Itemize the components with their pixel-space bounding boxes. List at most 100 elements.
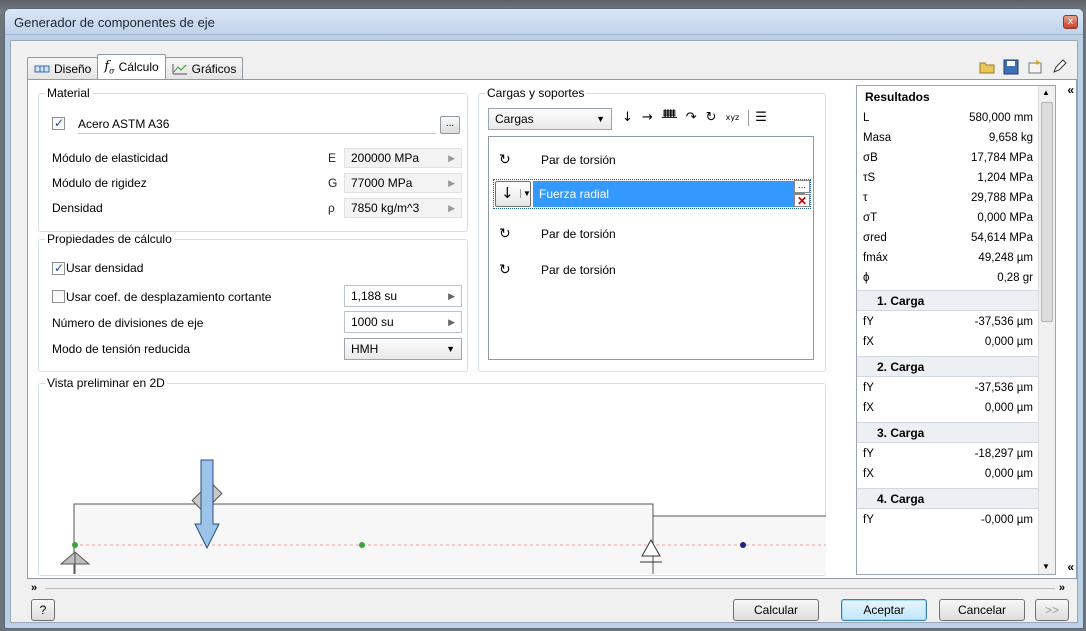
tab-diseno[interactable]: Diseño — [27, 57, 99, 79]
chevron-down-icon: ▼ — [596, 114, 605, 124]
result-group-header: 3. Carga — [857, 422, 1039, 443]
chevron-down-icon: ▼ — [520, 189, 531, 198]
result-key: fX — [863, 468, 874, 480]
result-value: 54,614 MPa — [970, 232, 1033, 244]
rigidity-symbol: G — [328, 176, 338, 190]
scroll-thumb[interactable] — [1041, 102, 1053, 322]
result-group-title: 2. Carga — [877, 360, 925, 374]
results-scrollbar[interactable]: ▲ ▼ — [1038, 86, 1055, 574]
scroll-down-icon[interactable]: ▼ — [1042, 562, 1050, 571]
result-key: Masa — [863, 132, 892, 144]
continuous-load-tool-icon[interactable]: ᚙ — [662, 110, 677, 126]
tab-label: Gráficos — [191, 61, 237, 76]
rigidity-label: Módulo de rigidez — [52, 176, 147, 190]
result-key: fY — [863, 514, 874, 526]
elasticity-label: Módulo de elasticidad — [52, 151, 169, 165]
tab-graficos[interactable]: Gráficos — [164, 57, 244, 79]
collapse-results-icon[interactable]: « — [1067, 83, 1074, 97]
result-group-header: 1. Carga — [857, 290, 1039, 311]
divisions-label: Número de divisiones de eje — [52, 316, 204, 330]
shear-value-field[interactable]: 1,188 su ▶ — [344, 285, 462, 307]
expand-preview-icon[interactable]: » — [31, 582, 37, 594]
shear-checkbox[interactable] — [52, 290, 65, 303]
result-row: τS 1,204 MPa — [857, 168, 1039, 189]
open-folder-icon[interactable] — [979, 59, 995, 75]
chevron-right-icon: ▶ — [448, 203, 455, 213]
result-group-title: 1. Carga — [877, 294, 925, 308]
dialog-client: Diseño fσ Cálculo Gráficos Material Acer — [10, 40, 1078, 623]
result-key: L — [863, 112, 870, 124]
result-value: 0,000 MPa — [977, 212, 1033, 224]
result-key: fY — [863, 382, 874, 394]
list-view-icon[interactable]: ☰ — [748, 110, 767, 126]
result-row: Masa 9,658 kg — [857, 128, 1039, 149]
shear-label: Usar coef. de desplazamiento cortante — [66, 290, 272, 304]
result-row: fY -0,000 µm — [857, 510, 1039, 531]
options-icon[interactable] — [1027, 59, 1043, 75]
load-label: Par de torsión — [541, 153, 616, 167]
radial-force-tool-icon[interactable]: ↓ — [622, 110, 633, 126]
result-group-header: 4. Carga — [857, 488, 1039, 509]
axial-force-tool-icon[interactable]: → — [642, 110, 653, 126]
help-button[interactable]: ? — [31, 599, 55, 621]
direction-dropdown[interactable]: ↓ ▼ — [495, 181, 531, 207]
save-icon[interactable] — [1003, 59, 1019, 75]
loads-filter-select[interactable]: Cargas ▼ — [488, 108, 612, 130]
result-group-title: 4. Carga — [877, 492, 925, 506]
result-row: fX 0,000 µm — [857, 464, 1039, 485]
material-legend: Material — [47, 86, 90, 100]
edit-notes-icon[interactable] — [1051, 59, 1067, 75]
list-item[interactable]: ↻ Par de torsión — [489, 255, 813, 285]
result-value: 0,000 µm — [984, 402, 1033, 414]
title-bar: Generador de componentes de eje x — [5, 9, 1083, 35]
loads-filter-value: Cargas — [495, 112, 534, 126]
result-row: fX 0,000 µm — [857, 398, 1039, 419]
node-point — [740, 542, 746, 548]
delete-icon[interactable]: ✕ — [794, 194, 810, 207]
calculate-button[interactable]: Calcular — [733, 599, 819, 621]
more-button[interactable]: >> — [1035, 599, 1069, 621]
calc-properties-legend: Propiedades de cálculo — [47, 232, 172, 246]
load-edit-button[interactable]: … — [794, 180, 810, 193]
result-row: L 580,000 mm — [857, 108, 1039, 129]
result-value: 580,000 mm — [969, 112, 1033, 124]
splitter-line — [45, 588, 1055, 589]
result-group-title: 3. Carga — [877, 426, 925, 440]
material-browse-button[interactable]: ... — [440, 116, 460, 134]
list-item[interactable]: ↻ Par de torsión — [489, 219, 813, 249]
result-row: τ 29,788 MPa — [857, 188, 1039, 209]
tab-calculo[interactable]: fσ Cálculo — [97, 54, 166, 79]
list-item[interactable]: ↻ Par de torsión — [489, 145, 813, 175]
torque-tool-icon[interactable]: ↻ — [706, 110, 717, 126]
torque-icon: ↻ — [499, 152, 511, 168]
xyz-tool-icon[interactable]: xyz — [726, 110, 740, 126]
loads-list: ↻ Par de torsión ↓ ▼ Fuerza radial … ✕ ↻ — [488, 136, 814, 360]
stress-mode-select[interactable]: HMH ▼ — [344, 338, 462, 360]
accept-button[interactable]: Aceptar — [841, 599, 927, 621]
shaft-section-1 — [73, 503, 654, 574]
divisions-field[interactable]: 1000 su ▶ — [344, 311, 462, 333]
result-row: σB 17,784 MPa — [857, 148, 1039, 169]
density-symbol: ρ — [328, 201, 335, 215]
use-density-checkbox[interactable] — [52, 261, 65, 275]
expand-results-icon[interactable]: « — [1067, 560, 1074, 574]
stress-mode-label: Modo de tensión reducida — [52, 342, 191, 356]
scroll-up-icon[interactable]: ▲ — [1042, 88, 1050, 97]
material-checkbox[interactable] — [52, 116, 65, 130]
result-value: 1,204 MPa — [977, 172, 1033, 184]
shaft-preview[interactable] — [42, 412, 826, 574]
cancel-button[interactable]: Cancelar — [939, 599, 1025, 621]
result-value: 17,784 MPa — [970, 152, 1033, 164]
loads-legend: Cargas y soportes — [487, 86, 585, 100]
result-key: σT — [863, 212, 878, 224]
result-key: fY — [863, 316, 874, 328]
load-label: Par de torsión — [541, 227, 616, 241]
collapse-preview-icon[interactable]: » — [1059, 582, 1065, 594]
close-button[interactable]: x — [1063, 15, 1078, 29]
result-key: τ — [863, 192, 868, 204]
result-key: fX — [863, 336, 874, 348]
list-item-selected[interactable]: ↓ ▼ Fuerza radial … ✕ — [489, 179, 813, 209]
tab-strip: Diseño fσ Cálculo Gráficos — [27, 54, 244, 79]
bending-moment-tool-icon[interactable]: ↷ — [686, 110, 697, 126]
result-value: 0,28 gr — [997, 272, 1033, 284]
